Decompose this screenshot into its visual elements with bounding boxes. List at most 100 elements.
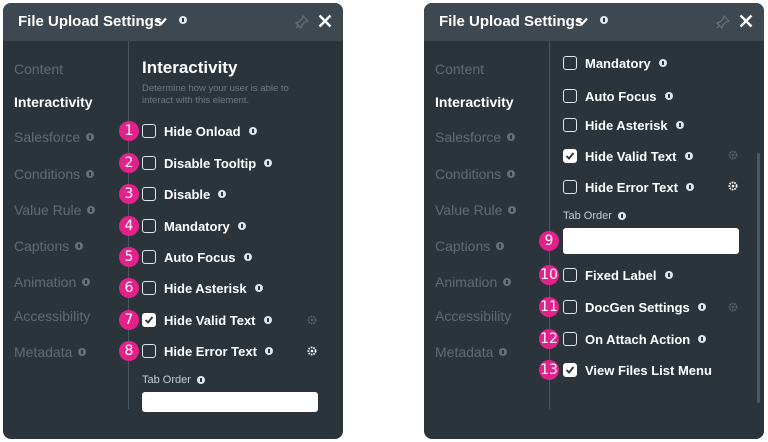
option-disable[interactable]: Disable — [142, 184, 227, 204]
option-on-attach-action[interactable]: On Attach Action — [563, 329, 707, 349]
option-fixed-label[interactable]: Fixed Label — [563, 265, 673, 285]
section-description: Determine how your user is able to inter… — [142, 83, 289, 106]
nav-item-salesforce[interactable]: Salesforce — [435, 129, 516, 145]
checkbox[interactable] — [142, 187, 156, 201]
gear-icon[interactable] — [727, 180, 739, 192]
nav-item-animation[interactable]: Animation — [14, 274, 91, 290]
info-icon — [82, 278, 91, 286]
gear-icon[interactable] — [306, 345, 318, 357]
option-docgen-settings[interactable]: DocGen Settings — [563, 297, 706, 317]
info-icon — [86, 170, 95, 178]
nav-item-label: Value Rule — [435, 202, 503, 218]
checkbox[interactable] — [142, 219, 156, 233]
chevron-down-icon[interactable] — [155, 17, 167, 26]
option-auto-focus[interactable]: Auto Focus — [142, 247, 252, 267]
option-hide-error-text[interactable]: Hide Error Text — [563, 177, 694, 197]
nav-item-label: Value Rule — [14, 202, 82, 218]
nav-item-metadata[interactable]: Metadata — [435, 344, 508, 360]
option-hide-error-text[interactable]: Hide Error Text — [142, 341, 273, 361]
nav-item-content[interactable]: Content — [435, 61, 484, 77]
info-icon — [503, 278, 512, 286]
info-icon — [675, 121, 684, 129]
annotation-badge: 2 — [119, 153, 139, 173]
option-view-files-list-menu[interactable]: View Files List Menu — [563, 360, 712, 380]
option-disable-tooltip[interactable]: Disable Tooltip — [142, 153, 273, 173]
panel-title: File Upload Settings — [18, 13, 163, 30]
nav-item-label: Salesforce — [14, 129, 81, 145]
option-label: Hide Valid Text — [164, 312, 256, 328]
option-label: Hide Onload — [164, 123, 241, 139]
nav-item-conditions[interactable]: Conditions — [14, 166, 95, 182]
option-hide-valid-text[interactable]: Hide Valid Text — [142, 310, 272, 330]
nav-item-accessibility[interactable]: Accessibility — [14, 308, 90, 324]
info-icon — [86, 133, 95, 141]
nav-item-metadata[interactable]: Metadata — [14, 344, 87, 360]
checkbox[interactable] — [142, 250, 156, 264]
nav-item-label: Metadata — [14, 344, 73, 360]
close-icon[interactable] — [739, 14, 753, 28]
option-hide-onload[interactable]: Hide Onload — [142, 121, 257, 141]
checkbox[interactable] — [563, 56, 577, 70]
gear-icon[interactable] — [727, 301, 739, 313]
checkbox-checked[interactable] — [142, 313, 156, 327]
annotation-badge: 11 — [539, 297, 559, 317]
option-label: Mandatory — [585, 55, 651, 71]
nav-item-animation[interactable]: Animation — [435, 274, 512, 290]
checkmark-icon — [565, 366, 575, 374]
nav-item-interactivity[interactable]: Interactivity — [435, 94, 514, 110]
option-hide-asterisk[interactable]: Hide Asterisk — [142, 278, 263, 298]
nav-item-accessibility[interactable]: Accessibility — [435, 308, 511, 324]
checkbox[interactable] — [142, 344, 156, 358]
tab-order-input[interactable] — [563, 228, 739, 254]
checkbox[interactable] — [563, 180, 577, 194]
tab-order-input[interactable] — [142, 392, 318, 412]
annotation-badge: 9 — [539, 231, 559, 251]
annotation-badge: 8 — [119, 341, 139, 361]
option-label: Auto Focus — [164, 249, 236, 265]
nav-item-captions[interactable]: Captions — [14, 238, 84, 254]
option-label: Disable Tooltip — [164, 155, 257, 171]
option-label: Fixed Label — [585, 267, 657, 283]
option-hide-valid-text[interactable]: Hide Valid Text — [563, 146, 693, 166]
option-mandatory[interactable]: Mandatory — [142, 216, 246, 236]
info-icon — [179, 16, 187, 24]
nav-item-value-rule[interactable]: Value Rule — [14, 202, 96, 218]
option-mandatory[interactable]: Mandatory — [563, 53, 667, 73]
chevron-down-icon[interactable] — [576, 17, 588, 26]
annotation-badge: 3 — [119, 184, 139, 204]
checkbox[interactable] — [142, 281, 156, 295]
checkbox[interactable] — [563, 118, 577, 132]
close-icon[interactable] — [318, 14, 332, 28]
checkbox[interactable] — [142, 156, 156, 170]
info-icon — [218, 190, 227, 198]
option-hide-asterisk[interactable]: Hide Asterisk — [563, 115, 684, 135]
info-icon — [237, 222, 246, 230]
nav-item-value-rule[interactable]: Value Rule — [435, 202, 517, 218]
checkbox[interactable] — [563, 300, 577, 314]
checkbox[interactable] — [563, 332, 577, 346]
info-icon — [658, 59, 667, 67]
checkbox[interactable] — [563, 268, 577, 282]
checkbox[interactable] — [142, 124, 156, 138]
nav-item-label: Content — [435, 61, 485, 77]
tab-order-label: Tab Order — [142, 374, 205, 386]
nav-item-salesforce[interactable]: Salesforce — [14, 129, 95, 145]
pin-icon[interactable] — [295, 15, 309, 29]
info-icon — [684, 152, 693, 160]
scrollbar[interactable] — [757, 153, 760, 403]
annotation-badge: 1 — [119, 121, 139, 141]
panel-header: File Upload Settings — [3, 3, 343, 41]
gear-icon[interactable] — [727, 149, 739, 161]
info-icon — [254, 284, 263, 292]
checkbox-checked[interactable] — [563, 363, 577, 377]
checkbox[interactable] — [563, 89, 577, 103]
option-auto-focus[interactable]: Auto Focus — [563, 86, 673, 106]
nav-item-interactivity[interactable]: Interactivity — [14, 94, 93, 110]
nav-item-captions[interactable]: Captions — [435, 238, 505, 254]
nav-item-content[interactable]: Content — [14, 61, 63, 77]
gear-icon[interactable] — [306, 314, 318, 326]
nav-item-conditions[interactable]: Conditions — [435, 166, 516, 182]
checkbox-checked[interactable] — [563, 149, 577, 163]
option-label: Hide Error Text — [164, 343, 257, 359]
pin-icon[interactable] — [716, 15, 730, 29]
